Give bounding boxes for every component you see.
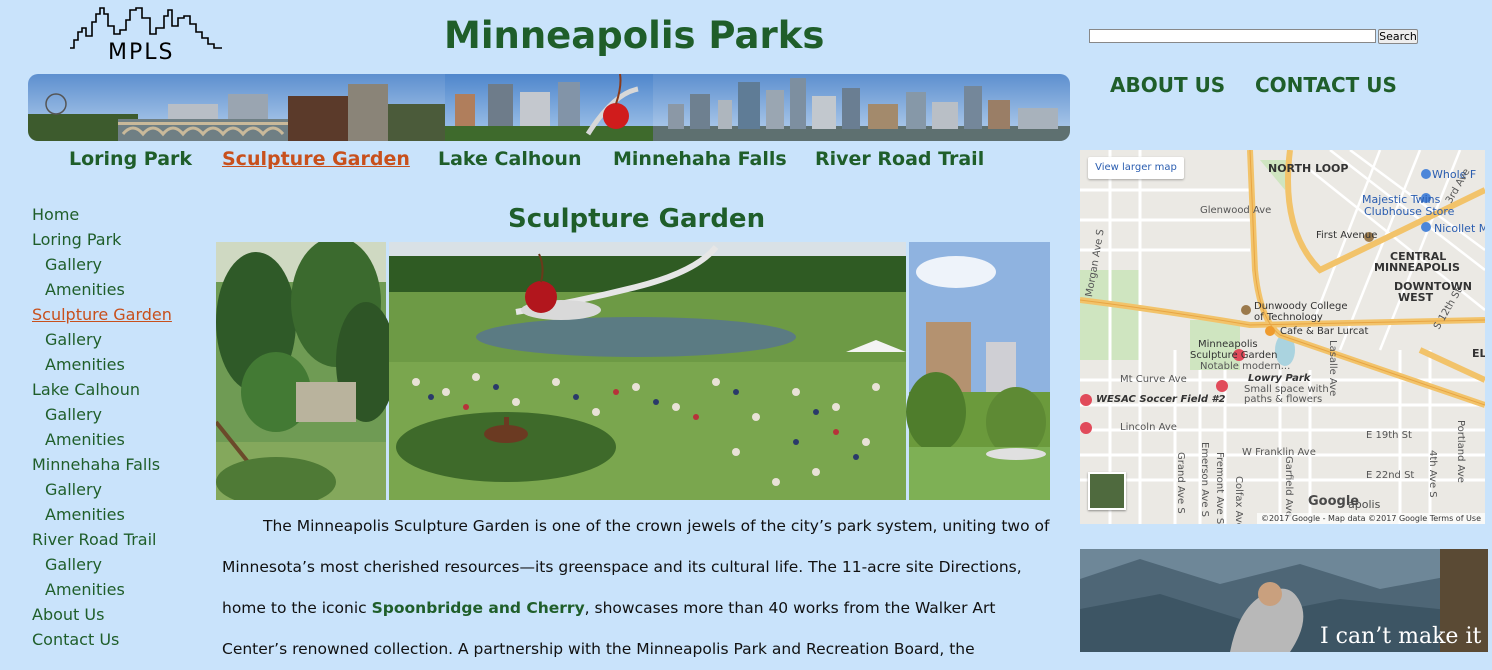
nav-lake-calhoun[interactable]: Lake Calhoun [438, 148, 581, 170]
map-label-wesac: WESAC Soccer Field #2 [1096, 394, 1226, 405]
description-paragraph: The Minneapolis Sculpture Garden is one … [222, 506, 1050, 670]
leftnav-about-us[interactable]: About Us [32, 602, 212, 627]
ad-headline: I can’t make it [1320, 624, 1482, 649]
map-label-clubhouse: Clubhouse Store [1364, 205, 1455, 218]
map-label-fremont: Fremont Ave S [1214, 452, 1225, 524]
map-label-franklin: W Franklin Ave [1242, 447, 1316, 458]
leftnav-river-gallery[interactable]: Gallery [32, 552, 212, 577]
map-label-garfield: Garfield Ave [1283, 456, 1294, 518]
leftnav-sculpture-garden[interactable]: Sculpture Garden [32, 302, 212, 327]
map-label-e19: E 19th St [1366, 430, 1412, 441]
map-label-msg-3: Notable modern... [1200, 361, 1291, 372]
leftnav-minnehaha-amenities[interactable]: Amenities [32, 502, 212, 527]
nav-river-road-trail[interactable]: River Road Trail [815, 148, 984, 170]
map-label-elli: ELL [1472, 347, 1485, 360]
leftnav-loring-park[interactable]: Loring Park [32, 227, 212, 252]
leftnav-sculpture-amenities[interactable]: Amenities [32, 352, 212, 377]
map-label-msg-2: Sculpture Garden [1190, 350, 1278, 361]
nav-loring-park[interactable]: Loring Park [69, 148, 192, 170]
satellite-toggle-button[interactable] [1088, 472, 1126, 510]
nav-sculpture-garden[interactable]: Sculpture Garden [222, 148, 410, 170]
photo-trees [214, 237, 396, 507]
map-label-north-loop: NORTH LOOP [1268, 162, 1349, 175]
site-title: Minneapolis Parks [444, 14, 825, 57]
about-us-link[interactable]: ABOUT US [1110, 73, 1225, 97]
map-label-cafe: Cafe & Bar Lurcat [1280, 326, 1369, 337]
map-label-lowry-1: Lowry Park [1248, 373, 1311, 384]
nav-minnehaha-falls[interactable]: Minnehaha Falls [613, 148, 787, 170]
sculpture-garden-photos [214, 237, 1050, 507]
photo-city-towers [906, 242, 1050, 500]
leftnav-sculpture-gallery[interactable]: Gallery [32, 327, 212, 352]
map-label-apolis: apolis [1348, 498, 1381, 511]
page-heading: Sculpture Garden [508, 204, 766, 234]
map-label-dunwoody-1: Dunwoody College [1254, 301, 1348, 312]
map-attribution: ©2017 Google - Map data ©2017 Google Ter… [1256, 513, 1485, 524]
map-label-minneapolis: MINNEAPOLIS [1374, 261, 1460, 274]
city-banner-image [28, 74, 1070, 141]
leftnav-calhoun-gallery[interactable]: Gallery [32, 402, 212, 427]
map-label-portland: Portland Ave [1455, 420, 1466, 483]
leftnav-minnehaha-falls[interactable]: Minnehaha Falls [32, 452, 212, 477]
photo-spoonbridge-crowd [389, 242, 906, 500]
leftnav-minnehaha-gallery[interactable]: Gallery [32, 477, 212, 502]
map-label-fourth: 4th Ave S [1427, 450, 1438, 498]
map-label-e22: E 22nd St [1366, 470, 1415, 481]
search-input[interactable] [1089, 29, 1376, 43]
view-larger-map-link[interactable]: View larger map [1088, 157, 1184, 179]
map-label-first-avenue: First Avenue [1316, 230, 1378, 241]
map-label-lowry-3: paths & flowers [1244, 394, 1323, 405]
map-label-west: WEST [1398, 291, 1434, 304]
map-label-nicollet: Nicollet M [1434, 222, 1485, 235]
map-label-lasalle: Lasalle Ave [1327, 340, 1338, 397]
left-sidebar-nav: Home Loring Park Gallery Amenities Sculp… [32, 202, 212, 652]
map-label-dunwoody-2: of Technology [1254, 312, 1323, 323]
map-label-msg-1: Minneapolis [1198, 339, 1258, 350]
map-label-colfax: Colfax Ave S [1233, 476, 1244, 524]
sculpture-garden-description: The Minneapolis Sculpture Garden is one … [222, 506, 1050, 670]
leftnav-river-amenities[interactable]: Amenities [32, 577, 212, 602]
leftnav-loring-amenities[interactable]: Amenities [32, 277, 212, 302]
spoonbridge-cherry-link[interactable]: Spoonbridge and Cherry [372, 599, 585, 617]
logo-text: MPLS [108, 40, 175, 65]
leftnav-home[interactable]: Home [32, 202, 212, 227]
map-label-grand: Grand Ave S [1175, 452, 1186, 514]
leftnav-calhoun-amenities[interactable]: Amenities [32, 427, 212, 452]
map-label-lincoln: Lincoln Ave [1120, 422, 1177, 433]
google-map-embed[interactable]: NORTH LOOP Whole F Majestic Twins Clubho… [1080, 150, 1485, 524]
search-button[interactable]: Search [1378, 29, 1418, 44]
map-label-emerson: Emerson Ave S [1199, 442, 1210, 518]
leftnav-loring-gallery[interactable]: Gallery [32, 252, 212, 277]
leftnav-contact-us[interactable]: Contact Us [32, 627, 212, 652]
map-label-mt-curve: Mt Curve Ave [1120, 374, 1187, 385]
leftnav-lake-calhoun[interactable]: Lake Calhoun [32, 377, 212, 402]
map-label-glenwood: Glenwood Ave [1200, 205, 1272, 216]
leftnav-river-road-trail[interactable]: River Road Trail [32, 527, 212, 552]
contact-us-link[interactable]: CONTACT US [1255, 73, 1397, 97]
